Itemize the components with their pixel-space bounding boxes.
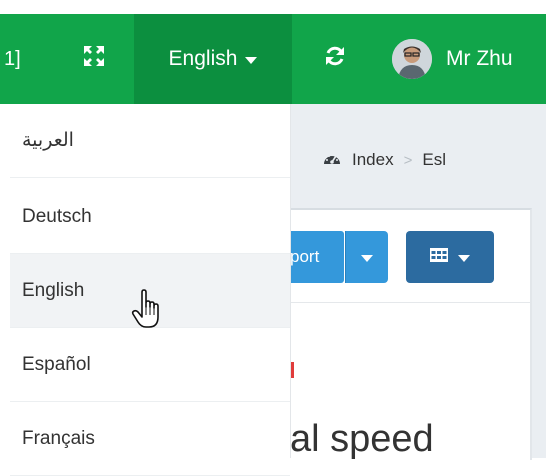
language-option-label: Français — [22, 427, 95, 449]
language-option-arabic[interactable]: العربية — [10, 104, 290, 178]
user-name: Mr Zhu — [446, 47, 513, 70]
language-option-label: Español — [22, 353, 91, 375]
columns-toggle-button[interactable] — [406, 231, 494, 283]
hand-cursor-icon — [130, 289, 164, 331]
caret-down-icon — [458, 254, 470, 262]
language-option-deutsch[interactable]: Deutsch — [10, 180, 290, 254]
language-option-label: Deutsch — [22, 205, 92, 227]
partial-heading: al speed — [290, 418, 434, 460]
language-dropdown-toggle[interactable]: English — [134, 14, 292, 104]
export-button[interactable]: port — [290, 231, 344, 283]
avatar — [392, 39, 432, 79]
fullscreen-button[interactable] — [72, 14, 116, 104]
refresh-button[interactable] — [300, 14, 370, 104]
export-dropdown-toggle[interactable] — [345, 231, 388, 283]
dashboard-icon — [322, 150, 342, 171]
refresh-icon — [324, 45, 346, 73]
breadcrumb-index-link[interactable]: Index — [352, 150, 394, 170]
caret-down-icon — [361, 254, 373, 262]
grid-icon — [430, 247, 448, 267]
breadcrumb: Index > Esl — [322, 146, 446, 174]
language-dropdown-menu: العربية Deutsch English Español Français — [10, 104, 291, 476]
export-label: port — [290, 247, 320, 266]
breadcrumb-current: Esl — [422, 150, 446, 169]
language-option-label: English — [22, 279, 85, 301]
language-option-label: العربية — [22, 130, 74, 151]
expand-icon — [83, 45, 105, 73]
panel-divider — [290, 302, 530, 303]
navbar-partial-text: 1] — [4, 47, 21, 70]
breadcrumb-separator: > — [403, 151, 413, 169]
user-menu[interactable]: Mr Zhu — [390, 14, 546, 104]
top-navbar: 1] English Mr Zhu — [0, 14, 546, 104]
language-label: English — [168, 47, 238, 70]
language-option-francais[interactable]: Français — [10, 402, 290, 476]
caret-down-icon — [245, 56, 258, 64]
language-option-espanol[interactable]: Español — [10, 328, 290, 402]
